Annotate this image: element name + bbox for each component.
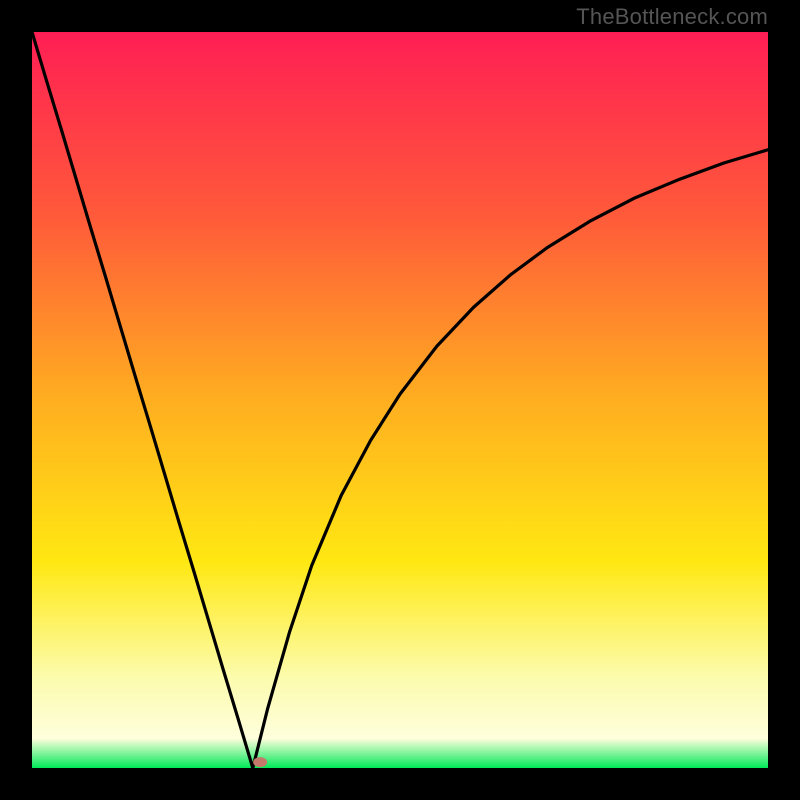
chart-outer: TheBottleneck.com [0, 0, 800, 800]
attribution-label: TheBottleneck.com [576, 4, 768, 30]
vertex-marker [253, 757, 267, 767]
chart-plot [32, 32, 768, 768]
